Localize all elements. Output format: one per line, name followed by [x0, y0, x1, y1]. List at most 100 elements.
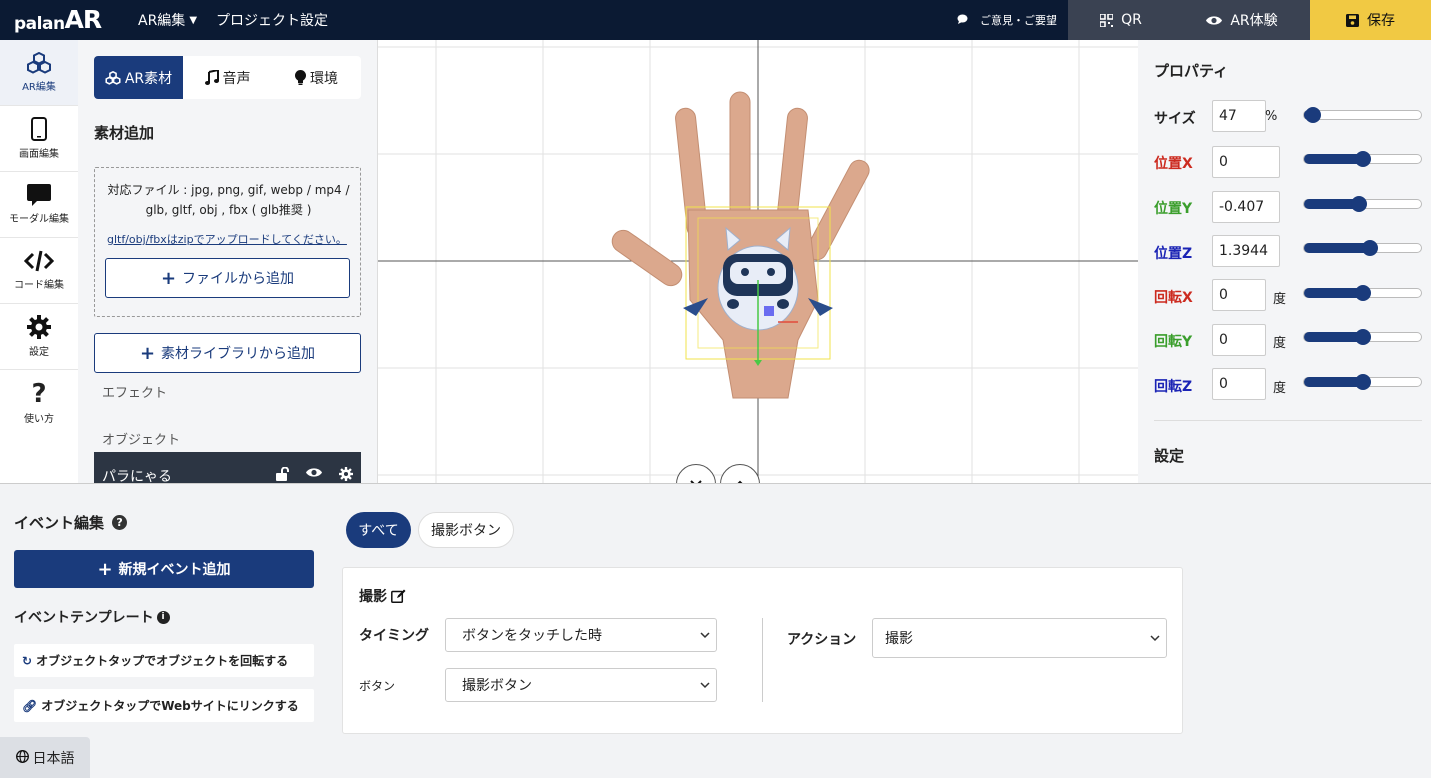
object-row[interactable]: パラにゃる — [94, 452, 361, 483]
asset-panel: AR素材 音声 環境 素材追加 対応ファイル : jpg, png, gif, … — [78, 40, 378, 483]
file-drop-zone[interactable]: 対応ファイル : jpg, png, gif, webp / mp4 / glb… — [94, 167, 361, 317]
eye-icon — [1206, 15, 1223, 25]
music-icon — [204, 70, 219, 85]
tab-audio[interactable]: 音声 — [183, 56, 272, 99]
feedback-label: ご意見・ご要望 — [980, 14, 1057, 27]
app-logo[interactable]: palan AR — [14, 6, 102, 35]
mobile-icon — [31, 117, 47, 141]
comment-icon — [27, 184, 51, 206]
add-event-label: 新規イベント追加 — [118, 562, 231, 578]
gear-icon[interactable] — [339, 467, 353, 481]
position-y-slider[interactable] — [1303, 196, 1422, 212]
project-settings-link[interactable]: プロジェクト設定 — [216, 0, 328, 40]
edit-icon[interactable] — [391, 589, 406, 603]
rotation-z-slider[interactable] — [1303, 374, 1422, 390]
redo-icon: ↻ — [22, 653, 33, 668]
tab-audio-label: 音声 — [222, 70, 251, 87]
rotation-z-unit: 度 — [1273, 381, 1287, 396]
tab-ar-assets-label: AR素材 — [124, 70, 173, 87]
cubes-icon — [105, 70, 121, 85]
rotation-x-input[interactable]: 0 — [1212, 279, 1266, 311]
position-z-label: 位置Z — [1154, 246, 1193, 262]
position-x-input[interactable]: 0 — [1212, 146, 1280, 178]
nav-modal-edit[interactable]: モーダル編集 — [0, 172, 78, 238]
gear-icon — [27, 315, 51, 339]
filter-capture-button[interactable]: 撮影ボタン — [418, 512, 514, 548]
template-link-website[interactable]: 🔗︎ オブジェクトタップでWebサイトにリンクする — [14, 689, 314, 722]
unlock-icon[interactable] — [276, 467, 290, 481]
comment-icon — [957, 14, 976, 27]
qr-label: QR — [1121, 12, 1142, 28]
add-from-library-button[interactable]: + 素材ライブラリから追加 — [94, 333, 361, 373]
event-card-title: 撮影 — [359, 586, 406, 606]
properties-divider — [1154, 420, 1422, 421]
rotation-x-label: 回転X — [1154, 290, 1193, 306]
ar-viewport[interactable] — [378, 40, 1138, 483]
size-slider[interactable] — [1303, 107, 1422, 123]
ar-edit-menu[interactable]: AR編集 ▼ — [138, 0, 197, 40]
position-x-slider[interactable] — [1303, 151, 1422, 167]
nav-settings[interactable]: 設定 — [0, 304, 78, 370]
tab-environment[interactable]: 環境 — [272, 56, 361, 99]
objects-label: オブジェクト — [102, 433, 181, 448]
globe-icon — [15, 749, 29, 767]
size-label: サイズ — [1154, 111, 1196, 127]
rotation-z-label: 回転Z — [1154, 379, 1193, 395]
position-z-input[interactable]: 1.3944 — [1212, 235, 1280, 267]
nav-ar-edit-label: AR編集 — [22, 82, 56, 93]
nav-help[interactable]: ? 使い方 — [0, 370, 78, 436]
button-label: ボタン — [359, 679, 396, 693]
question-icon[interactable]: ? — [112, 515, 128, 530]
nav-settings-label: 設定 — [29, 347, 49, 358]
ar-experience-button[interactable]: AR体験 — [1174, 0, 1310, 40]
left-icon-nav: AR編集 画面編集 モーダル編集 コード編集 設定 ? 使い方 — [0, 40, 78, 483]
language-selector[interactable]: 日本語 — [0, 737, 90, 778]
timing-select[interactable]: ボタンをタッチした時 — [445, 618, 717, 652]
action-label: アクション — [787, 632, 857, 648]
rotation-z-input[interactable]: 0 — [1212, 368, 1266, 400]
add-event-button[interactable]: + 新規イベント追加 — [14, 550, 314, 588]
action-select-value: 撮影 — [885, 631, 913, 647]
feedback-link[interactable]: ご意見・ご要望 — [957, 0, 1057, 40]
position-z-slider[interactable] — [1303, 240, 1422, 256]
rotation-y-input[interactable]: 0 — [1212, 324, 1266, 356]
nav-help-label: 使い方 — [24, 413, 54, 425]
button-select-value: 撮影ボタン — [462, 678, 532, 694]
top-bar: palan AR AR編集 ▼ プロジェクト設定 ご意見・ご要望 QR AR体験 … — [0, 0, 1431, 40]
filter-capture-label: 撮影ボタン — [431, 523, 501, 539]
eye-icon[interactable] — [306, 467, 322, 478]
qr-button[interactable]: QR — [1068, 0, 1174, 40]
nav-screen-edit[interactable]: 画面編集 — [0, 106, 78, 172]
template-rotate-object[interactable]: ↻ オブジェクトタップでオブジェクトを回転する — [14, 644, 314, 677]
settings-title: 設定 — [1154, 447, 1185, 465]
nav-screen-edit-label: 画面編集 — [19, 149, 59, 160]
action-select[interactable]: 撮影 — [872, 618, 1167, 658]
filter-all[interactable]: すべて — [346, 512, 411, 548]
nav-code-edit[interactable]: コード編集 — [0, 238, 78, 304]
nav-ar-edit[interactable]: AR編集 — [0, 40, 78, 106]
event-editor-title-text: イベント編集 — [14, 514, 105, 532]
save-button[interactable]: 保存 — [1310, 0, 1431, 40]
viewport-scene — [378, 40, 1138, 483]
cubes-icon — [27, 52, 51, 74]
plus-icon: + — [160, 267, 177, 289]
zip-upload-link[interactable]: gltf/obj/fbxはzipでアップロードしてください。 — [107, 231, 347, 247]
add-from-file-button[interactable]: + ファイルから追加 — [105, 258, 350, 298]
chevron-down-icon: ▼ — [189, 14, 198, 26]
template-link-label: オブジェクトタップでWebサイトにリンクする — [41, 699, 299, 713]
asset-tabs: AR素材 音声 環境 — [94, 56, 361, 99]
logo-text: palan — [14, 14, 65, 34]
nav-code-edit-label: コード編集 — [14, 280, 64, 291]
rotation-y-slider[interactable] — [1303, 329, 1422, 345]
size-input[interactable]: 47 — [1212, 100, 1266, 132]
chevron-down-icon — [700, 632, 710, 639]
effects-label: エフェクト — [102, 386, 168, 401]
info-icon[interactable]: i — [156, 610, 170, 624]
event-editor-title: イベント編集 ? — [14, 512, 128, 533]
plus-icon: + — [97, 558, 113, 580]
position-y-input[interactable]: -0.407 — [1212, 191, 1280, 223]
button-select[interactable]: 撮影ボタン — [445, 668, 717, 702]
tab-ar-assets[interactable]: AR素材 — [94, 56, 183, 99]
rotation-x-slider[interactable] — [1303, 285, 1422, 301]
language-label: 日本語 — [32, 751, 75, 767]
